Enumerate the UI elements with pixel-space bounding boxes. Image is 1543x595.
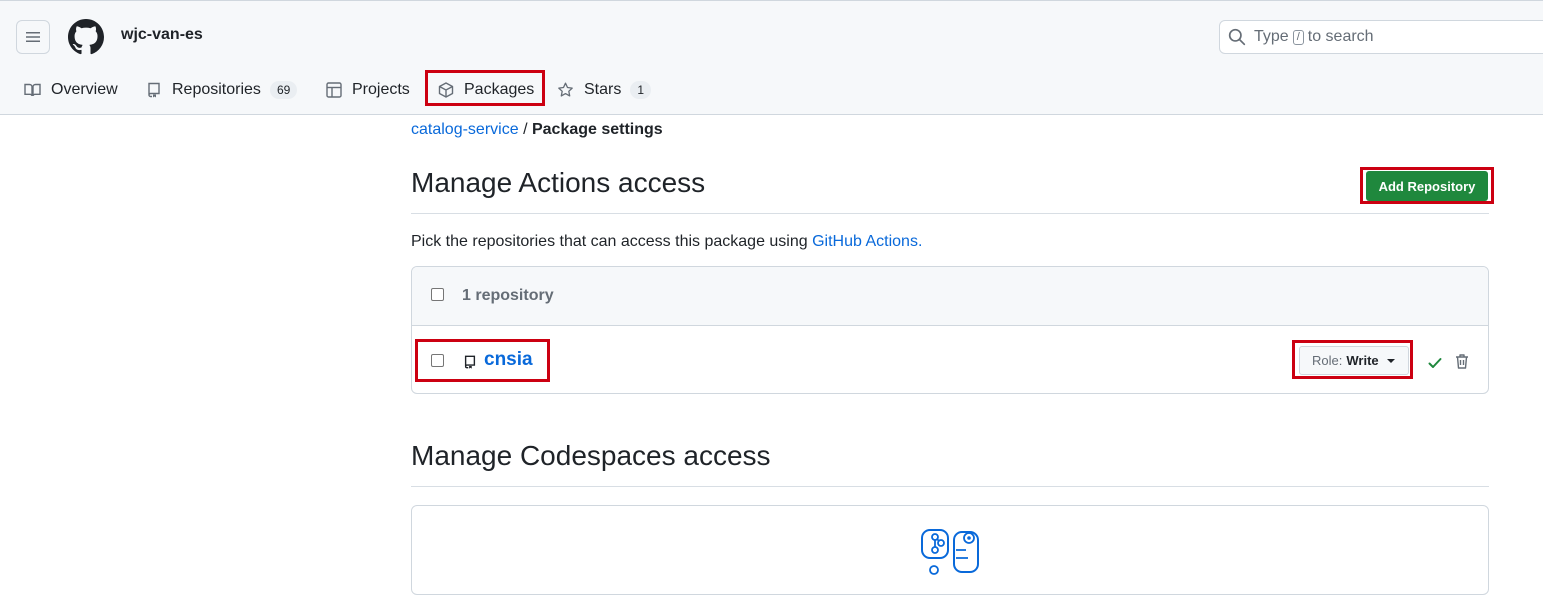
github-logo-icon[interactable] <box>68 19 104 55</box>
tab-repositories-label: Repositories <box>172 81 261 98</box>
actions-description: Pick the repositories that can access th… <box>411 233 922 251</box>
tab-repositories[interactable]: Repositories 69 <box>146 73 298 107</box>
hamburger-icon <box>26 32 40 42</box>
codespaces-illustration-icon <box>921 529 979 575</box>
breadcrumb-package-link[interactable]: catalog-service <box>411 121 519 138</box>
repositories-list-header: 1 repository <box>412 267 1488 326</box>
repository-count: 1 repository <box>462 287 554 304</box>
highlight-add-repository <box>1360 167 1494 204</box>
select-all-checkbox[interactable] <box>431 288 444 301</box>
divider <box>411 213 1489 214</box>
tab-overview[interactable]: Overview <box>24 73 118 107</box>
highlight-role-dropdown <box>1292 340 1413 379</box>
profile-tabs: Overview Repositories 69 Projects Packag… <box>0 67 1543 113</box>
highlight-packages-tab <box>425 70 545 106</box>
search-input[interactable]: Type / to search <box>1219 20 1543 54</box>
search-suffix: to search <box>1307 28 1374 45</box>
book-icon <box>24 83 41 97</box>
codespaces-access-title: Manage Codespaces access <box>411 440 771 471</box>
search-shortcut-key: / <box>1292 29 1304 45</box>
stars-count-badge: 1 <box>630 81 652 99</box>
breadcrumb-separator: / <box>523 121 528 138</box>
owner-name[interactable]: wjc-van-es <box>121 26 203 44</box>
table-icon <box>326 82 342 98</box>
actions-access-title: Manage Actions access <box>411 167 706 198</box>
tab-stars-label: Stars <box>584 81 622 98</box>
breadcrumb: catalog-service / Package settings <box>411 121 663 139</box>
search-prefix: Type <box>1254 28 1289 45</box>
top-header: wjc-van-es Type / to search Overview Rep… <box>0 0 1543 115</box>
trash-icon[interactable] <box>1454 353 1470 370</box>
star-icon <box>558 82 573 97</box>
tab-projects-label: Projects <box>352 81 410 98</box>
repo-icon <box>148 82 160 98</box>
tab-overview-label: Overview <box>51 81 118 98</box>
tab-projects[interactable]: Projects <box>326 73 410 107</box>
codespaces-empty-state <box>411 505 1489 595</box>
highlight-repo-name <box>415 339 550 382</box>
breadcrumb-current: Package settings <box>531 121 663 138</box>
menu-button[interactable] <box>16 20 50 54</box>
actions-description-text: Pick the repositories that can access th… <box>411 233 808 250</box>
search-icon <box>1228 28 1246 46</box>
tab-stars[interactable]: Stars 1 <box>557 73 652 107</box>
github-actions-link[interactable]: GitHub Actions. <box>812 233 922 250</box>
divider <box>411 486 1489 487</box>
check-icon[interactable] <box>1427 355 1443 371</box>
repositories-count-badge: 69 <box>269 81 298 99</box>
